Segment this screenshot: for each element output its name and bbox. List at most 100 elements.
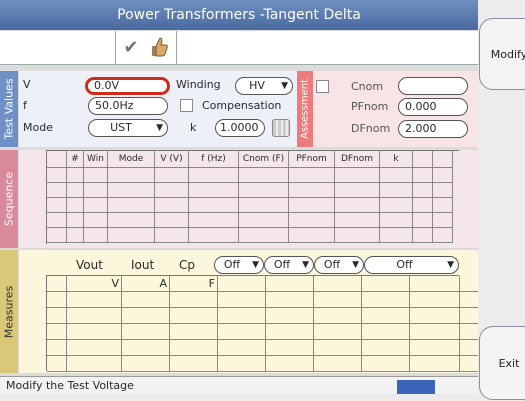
sequence-cell[interactable] bbox=[189, 168, 239, 183]
sequence-cell[interactable] bbox=[108, 213, 155, 228]
sequence-cell[interactable] bbox=[155, 168, 189, 183]
sequence-cell[interactable] bbox=[84, 198, 108, 213]
sequence-cell[interactable] bbox=[189, 198, 239, 213]
sequence-cell[interactable] bbox=[335, 198, 380, 213]
winding-select[interactable]: HV ▼ bbox=[235, 77, 293, 95]
mode-label: Mode bbox=[23, 121, 53, 134]
sequence-cell[interactable] bbox=[155, 228, 189, 243]
assessment-tab[interactable]: Assessment bbox=[297, 71, 313, 147]
sequence-cell[interactable] bbox=[155, 198, 189, 213]
sequence-cell[interactable] bbox=[335, 183, 380, 198]
sequence-cell[interactable] bbox=[47, 183, 67, 198]
sequence-cell[interactable] bbox=[380, 183, 413, 198]
cnom-checkbox[interactable] bbox=[316, 80, 329, 93]
sequence-cell[interactable] bbox=[413, 213, 433, 228]
measures-cell bbox=[314, 356, 362, 372]
sequence-cell[interactable] bbox=[289, 183, 335, 198]
sequence-cell[interactable] bbox=[413, 168, 433, 183]
filter-select-1[interactable]: Off ▼ bbox=[214, 256, 264, 274]
measures-cell bbox=[266, 276, 314, 292]
sequence-cell[interactable] bbox=[433, 228, 453, 243]
sequence-cell[interactable] bbox=[413, 183, 433, 198]
sequence-cell[interactable] bbox=[108, 228, 155, 243]
test-values-tab[interactable]: Test Values bbox=[0, 71, 18, 147]
sequence-cell[interactable] bbox=[289, 168, 335, 183]
sequence-cell[interactable] bbox=[155, 183, 189, 198]
sequence-cell[interactable] bbox=[239, 228, 289, 243]
sequence-cell[interactable] bbox=[239, 213, 289, 228]
sequence-cell[interactable] bbox=[47, 198, 67, 213]
sequence-cell[interactable] bbox=[84, 213, 108, 228]
sequence-cell[interactable] bbox=[84, 183, 108, 198]
exit-button[interactable]: Exit bbox=[479, 326, 525, 400]
sequence-cell[interactable] bbox=[84, 168, 108, 183]
sequence-cell[interactable] bbox=[189, 213, 239, 228]
filter-select-3[interactable]: Off ▼ bbox=[314, 256, 364, 274]
filter-select-2[interactable]: Off ▼ bbox=[264, 256, 314, 274]
measures-cell bbox=[266, 356, 314, 372]
sequence-cell[interactable] bbox=[289, 198, 335, 213]
sequence-cell[interactable] bbox=[47, 168, 67, 183]
measures-cell bbox=[67, 356, 122, 372]
sequence-cell[interactable] bbox=[433, 168, 453, 183]
measures-cell bbox=[47, 324, 67, 340]
sequence-cell[interactable] bbox=[433, 198, 453, 213]
sequence-cell[interactable] bbox=[155, 213, 189, 228]
measures-cell bbox=[67, 340, 122, 356]
sequence-cell[interactable] bbox=[67, 228, 84, 243]
sequence-cell[interactable] bbox=[108, 183, 155, 198]
sequence-cell[interactable] bbox=[380, 228, 413, 243]
checkmark-icon[interactable]: ✔ bbox=[120, 37, 142, 59]
sequence-cell[interactable] bbox=[84, 228, 108, 243]
sequence-cell[interactable] bbox=[413, 198, 433, 213]
compensation-checkbox[interactable] bbox=[180, 99, 193, 112]
measures-tab-label: Measures bbox=[2, 285, 16, 338]
sequence-cell[interactable] bbox=[47, 228, 67, 243]
sequence-cell[interactable] bbox=[380, 168, 413, 183]
sequence-cell[interactable] bbox=[239, 183, 289, 198]
measures-tab[interactable]: Measures bbox=[0, 250, 18, 373]
sequence-cell[interactable] bbox=[380, 198, 413, 213]
sequence-cell[interactable] bbox=[289, 213, 335, 228]
sequence-cell[interactable] bbox=[239, 168, 289, 183]
pfnom-input[interactable]: 0.000 bbox=[398, 98, 468, 116]
measures-cell bbox=[460, 276, 478, 292]
measures-cell bbox=[460, 324, 478, 340]
sequence-cell[interactable] bbox=[335, 168, 380, 183]
sequence-cell[interactable] bbox=[67, 198, 84, 213]
filter-select-4[interactable]: Off ▼ bbox=[364, 256, 459, 274]
toolbar: ✔ bbox=[0, 31, 478, 65]
sequence-cell[interactable] bbox=[433, 183, 453, 198]
k-input[interactable]: 1.0000 bbox=[215, 119, 265, 137]
sequence-cell[interactable] bbox=[189, 183, 239, 198]
sequence-cell[interactable] bbox=[289, 228, 335, 243]
sequence-cell[interactable] bbox=[67, 213, 84, 228]
mode-select[interactable]: UST ▼ bbox=[88, 119, 168, 137]
sequence-cell[interactable] bbox=[239, 198, 289, 213]
test-values-tab-label: Test Values bbox=[2, 78, 16, 140]
thumbs-up-icon[interactable] bbox=[148, 36, 170, 60]
measures-cell bbox=[47, 276, 67, 292]
f-input[interactable]: 50.0Hz bbox=[88, 97, 168, 115]
sequence-cell[interactable] bbox=[380, 213, 413, 228]
v-input[interactable]: 0.0V bbox=[85, 77, 170, 95]
sequence-cell[interactable] bbox=[335, 213, 380, 228]
sequence-cell[interactable] bbox=[47, 213, 67, 228]
measures-cell bbox=[314, 340, 362, 356]
winding-label: Winding bbox=[176, 78, 221, 91]
sequence-cell[interactable] bbox=[433, 213, 453, 228]
sequence-header-cell: V (V) bbox=[155, 151, 189, 168]
sequence-cell[interactable] bbox=[108, 198, 155, 213]
cnom-input[interactable] bbox=[398, 77, 468, 95]
modify-button[interactable]: Modify bbox=[479, 18, 525, 90]
sequence-tab[interactable]: Sequence bbox=[0, 150, 18, 248]
sequence-cell[interactable] bbox=[108, 168, 155, 183]
measures-cell bbox=[314, 308, 362, 324]
calculator-icon[interactable] bbox=[272, 119, 290, 137]
sequence-cell[interactable] bbox=[335, 228, 380, 243]
dfnom-input[interactable]: 2.000 bbox=[398, 120, 468, 138]
sequence-cell[interactable] bbox=[67, 168, 84, 183]
sequence-cell[interactable] bbox=[189, 228, 239, 243]
sequence-cell[interactable] bbox=[413, 228, 433, 243]
sequence-cell[interactable] bbox=[67, 183, 84, 198]
